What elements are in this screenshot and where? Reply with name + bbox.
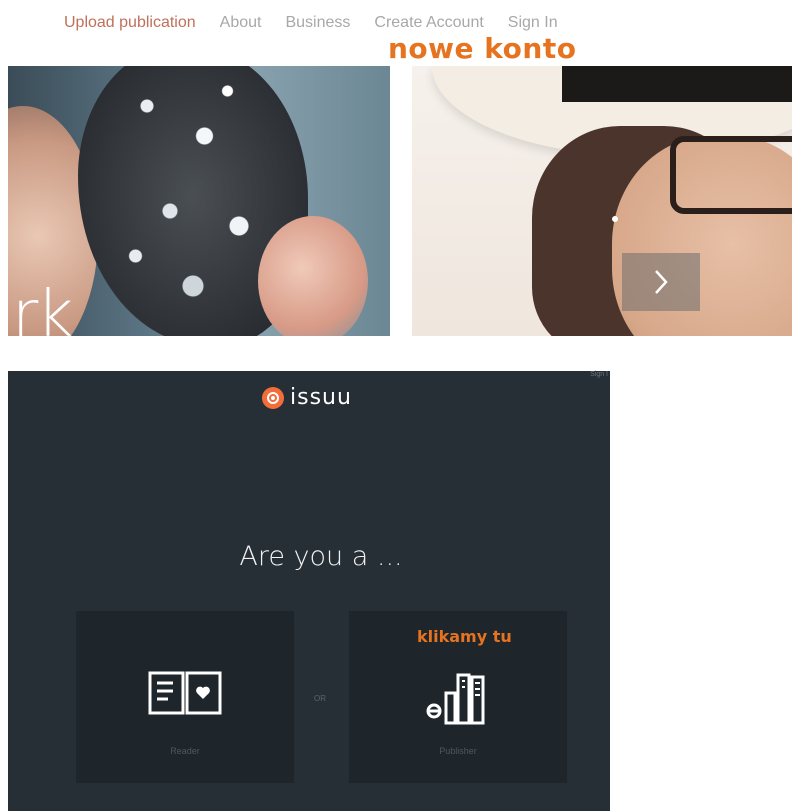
- nav-create-account[interactable]: Create Account: [374, 14, 483, 32]
- hero-slide-left: rk: [8, 66, 390, 336]
- hero-cheek: [258, 216, 368, 336]
- carousel-next-button[interactable]: [622, 253, 700, 311]
- publisher-option-button[interactable]: klikamy tu Publisher: [349, 611, 567, 783]
- annotation-click-here: klikamy tu: [417, 627, 512, 646]
- publisher-label: Publisher: [439, 746, 477, 756]
- chevron-right-icon: [655, 270, 668, 294]
- hero-carousel: rk: [8, 66, 792, 336]
- issuu-logo[interactable]: issuu: [262, 385, 352, 410]
- account-type-question: Are you a ...: [239, 541, 403, 572]
- hero-hat-band: [562, 66, 792, 102]
- hero-glasses: [670, 136, 792, 214]
- hero-slide-right: [412, 66, 792, 336]
- open-book-icon: [76, 669, 294, 717]
- nav-about[interactable]: About: [220, 14, 262, 32]
- corner-sign-in-link[interactable]: Sign I: [590, 371, 608, 378]
- reader-label: Reader: [170, 746, 200, 756]
- nav-upload-publication[interactable]: Upload publication: [64, 14, 196, 32]
- hero-divider: [390, 66, 412, 336]
- nav-sign-in[interactable]: Sign In: [508, 14, 558, 32]
- hero-earring: [612, 216, 618, 222]
- hero-left-text: rk: [12, 278, 73, 336]
- nav-business[interactable]: Business: [285, 14, 350, 32]
- issuu-logo-text: issuu: [290, 385, 352, 410]
- signup-panel: Sign I issuu Are you a ... Reader OR kli…: [8, 371, 610, 811]
- issuu-logo-icon: [262, 386, 284, 409]
- reader-option-button[interactable]: Reader: [76, 611, 294, 783]
- or-separator: OR: [314, 694, 326, 703]
- publications-icon: [349, 669, 567, 727]
- annotation-new-account: nowe konto: [388, 32, 577, 65]
